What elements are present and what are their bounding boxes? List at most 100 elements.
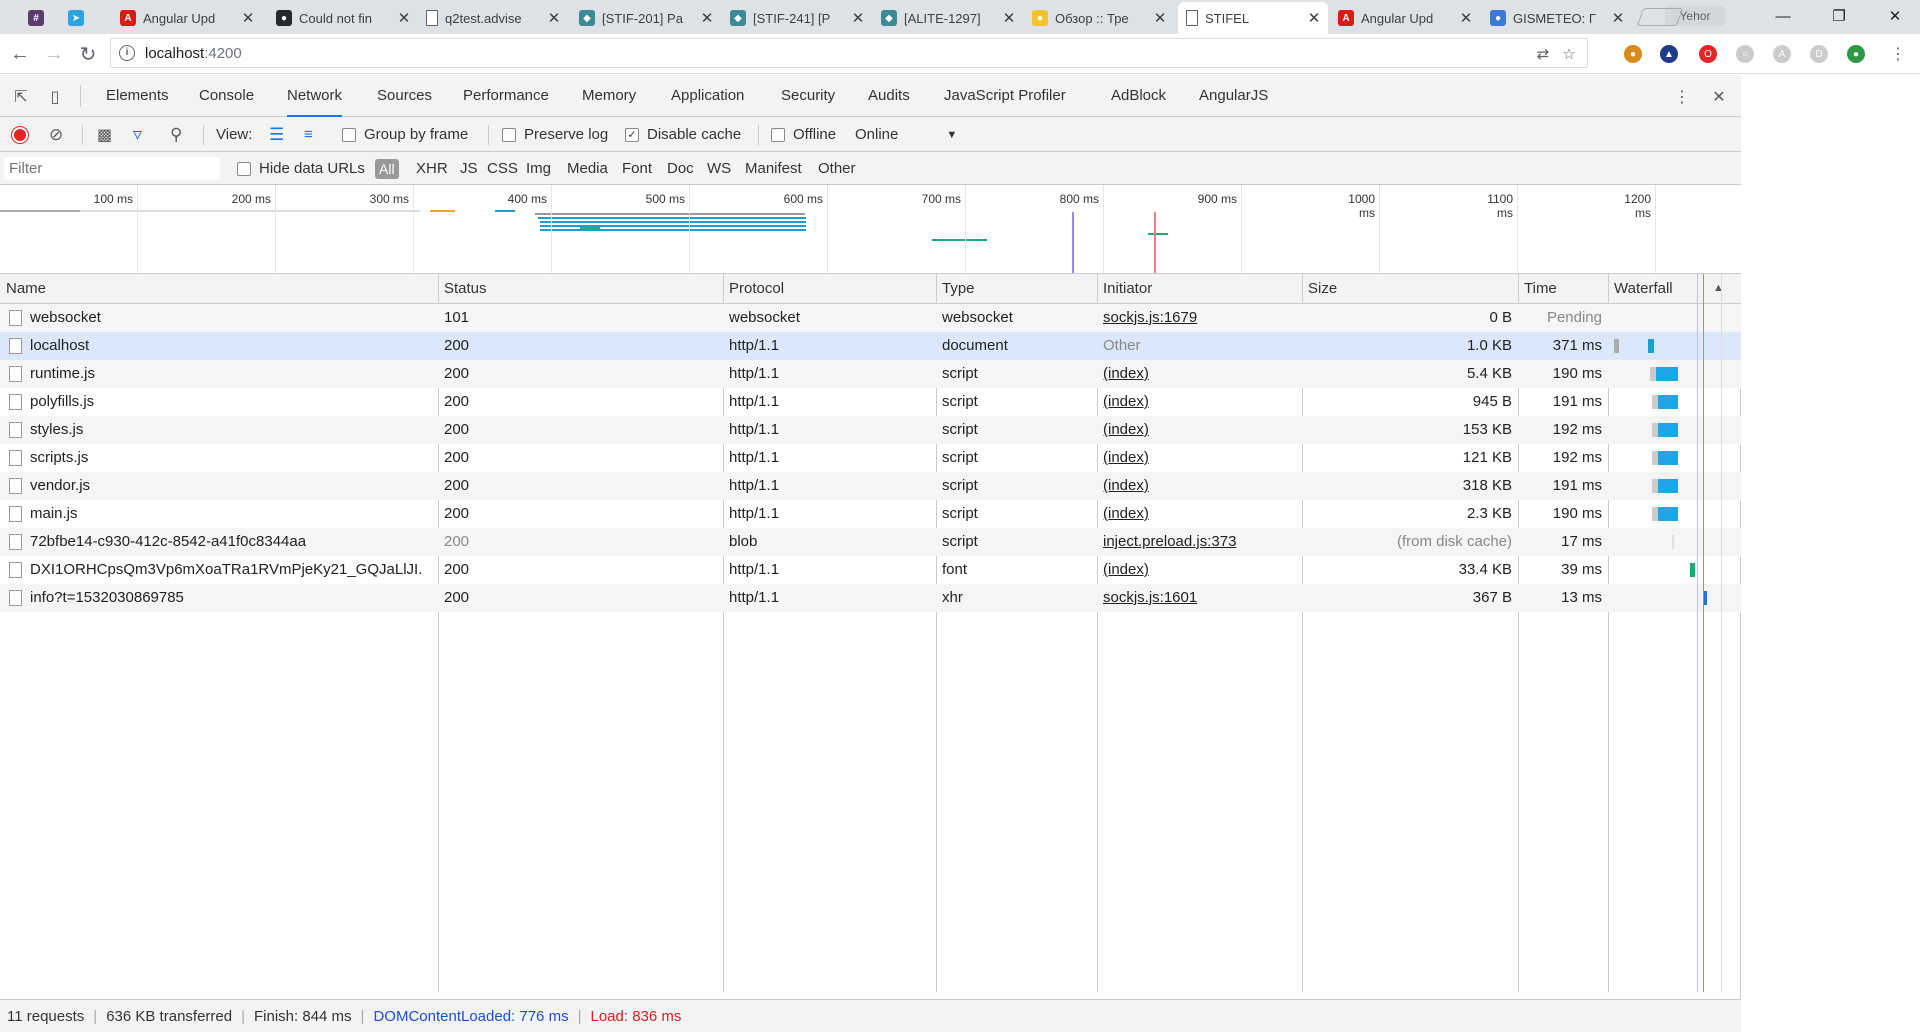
extension-7-icon[interactable]: ● [1847, 45, 1865, 63]
cell-initiator[interactable]: (index) [1103, 556, 1296, 584]
site-info-icon[interactable]: i [119, 45, 135, 61]
request-row[interactable]: main.js 200 http/1.1 script (index) 2.3 KB 190… [0, 500, 1741, 528]
devtools-tab[interactable]: JavaScript Profiler [944, 75, 1066, 117]
request-row[interactable]: info?t=1532030869785 200 http/1.1 xhr sockjs… [0, 584, 1741, 612]
devtools-menu-icon[interactable]: ⋮ [1671, 86, 1693, 108]
devtools-tab[interactable]: Performance [463, 75, 549, 117]
request-row[interactable]: styles.js 200 http/1.1 script (index) 153 KB 1… [0, 416, 1741, 444]
extension-5-icon[interactable]: A [1773, 45, 1791, 63]
record-button[interactable] [12, 117, 28, 152]
column-header-status[interactable]: Status [438, 274, 723, 304]
tab-close-icon[interactable]: ✕ [850, 9, 866, 27]
extension-3-icon[interactable]: O [1699, 45, 1717, 63]
tab-close-icon[interactable]: ✕ [1306, 9, 1322, 27]
column-header-size[interactable]: Size [1302, 274, 1518, 304]
extension-2-icon[interactable]: ▲ [1660, 45, 1678, 63]
cell-initiator[interactable]: inject.preload.js:373 [1103, 528, 1296, 556]
overview-toggle-button[interactable]: ≡ [304, 117, 313, 152]
request-row[interactable]: vendor.js 200 http/1.1 script (index) 318 KB 1… [0, 472, 1741, 500]
minimize-button[interactable]: — [1760, 0, 1806, 32]
tab-close-icon[interactable]: ✕ [1152, 9, 1168, 27]
reload-button[interactable]: ↻ [74, 40, 102, 68]
filter-input[interactable] [4, 157, 220, 180]
capture-screenshots-button[interactable]: ▩ [97, 117, 112, 152]
extension-1-icon[interactable]: ● [1624, 45, 1642, 63]
request-row[interactable]: polyfills.js 200 http/1.1 script (index) 945 … [0, 388, 1741, 416]
browser-menu-icon[interactable]: ⋮ [1884, 40, 1912, 68]
browser-tab[interactable]: ◆ [STIF-241] [P ✕ [722, 2, 872, 34]
request-row[interactable]: 72bfbe14-c930-412c-8542-a41f0c8344aa 200 b… [0, 528, 1741, 556]
tab-close-icon[interactable]: ✕ [396, 9, 412, 27]
tab-close-icon[interactable]: ✕ [546, 9, 562, 27]
filter-type-font[interactable]: Font [622, 152, 652, 185]
request-row[interactable]: localhost 200 http/1.1 document Other 1.0 KB 3… [0, 332, 1741, 360]
browser-tab[interactable]: ● GISMETEO: Г ✕ [1482, 2, 1632, 34]
column-header-protocol[interactable]: Protocol [723, 274, 936, 304]
filter-toggle-button[interactable]: ▿ [133, 117, 142, 152]
tab-close-icon[interactable]: ✕ [1001, 9, 1017, 27]
devtools-tab[interactable]: AdBlock [1111, 75, 1166, 117]
request-row[interactable]: runtime.js 200 http/1.1 script (index) 5.4 KB… [0, 360, 1741, 388]
filter-type-ws[interactable]: WS [707, 152, 731, 185]
inspect-element-icon[interactable]: ⇱ [10, 86, 32, 108]
devtools-tab[interactable]: AngularJS [1199, 75, 1268, 117]
group-by-frame-checkbox[interactable]: Group by frame [342, 117, 468, 152]
request-row[interactable]: websocket 101 websocket websocket sockjs.js:… [0, 304, 1741, 332]
column-header-type[interactable]: Type [936, 274, 1097, 304]
disable-cache-checkbox[interactable]: ✓ Disable cache [625, 117, 741, 152]
devtools-tab[interactable]: Network [287, 75, 343, 117]
tab-close-icon[interactable]: ✕ [240, 9, 256, 27]
search-button[interactable]: ⚲ [170, 117, 182, 152]
browser-tab[interactable]: ◆ [STIF-201] Pa ✕ [571, 2, 721, 34]
cell-initiator[interactable]: sockjs.js:1679 [1103, 304, 1296, 332]
hide-data-urls-checkbox[interactable]: Hide data URLs [237, 152, 365, 185]
filter-type-media[interactable]: Media [567, 152, 608, 185]
browser-tab[interactable]: STIFEL ✕ [1178, 2, 1328, 34]
tab-close-icon[interactable]: ✕ [699, 9, 715, 27]
column-header-time[interactable]: Time [1518, 274, 1608, 304]
throttling-select[interactable]: Online ▼ [855, 117, 957, 152]
devtools-tab[interactable]: Sources [377, 75, 432, 117]
extension-6-icon[interactable]: D [1810, 45, 1828, 63]
column-header-initiator[interactable]: Initiator [1097, 274, 1302, 304]
filter-type-all[interactable]: All [375, 159, 399, 179]
filter-type-doc[interactable]: Doc [667, 152, 694, 185]
browser-tab[interactable]: A Angular Upd ✕ [112, 2, 262, 34]
browser-tab[interactable]: # [20, 2, 56, 34]
bookmark-star-icon[interactable]: ☆ [1559, 44, 1579, 64]
forward-button[interactable]: → [40, 40, 68, 68]
new-tab-button[interactable] [1636, 8, 1684, 26]
filter-type-img[interactable]: Img [526, 152, 551, 185]
tab-close-icon[interactable]: ✕ [1458, 9, 1474, 27]
offline-checkbox[interactable]: Offline [771, 117, 836, 152]
extension-4-icon[interactable]: ○ [1736, 45, 1754, 63]
devtools-tab[interactable]: Memory [582, 75, 636, 117]
large-rows-button[interactable]: ☰ [269, 117, 284, 152]
sort-ascending-icon[interactable]: ▲ [1713, 282, 1724, 294]
devtools-close-icon[interactable]: ✕ [1708, 86, 1730, 108]
browser-tab[interactable]: ◆ [ALITE-1297] ✕ [873, 2, 1023, 34]
filter-type-css[interactable]: CSS [487, 152, 518, 185]
translate-icon[interactable]: ⇄ [1533, 44, 1553, 64]
request-row[interactable]: DXI1ORHCpsQm3Vp6mXoaTRa1RVmPjeKy21_GQJaL… [0, 556, 1741, 584]
browser-tab[interactable]: q2test.advise ✕ [418, 2, 568, 34]
devtools-tab[interactable]: Application [671, 75, 744, 117]
column-header-name[interactable]: Name [0, 274, 438, 304]
cell-initiator[interactable]: (index) [1103, 472, 1296, 500]
maximize-button[interactable]: ❐ [1816, 0, 1862, 32]
cell-initiator[interactable]: (index) [1103, 416, 1296, 444]
close-window-button[interactable]: ✕ [1872, 0, 1918, 32]
devtools-tab[interactable]: Console [199, 75, 254, 117]
clear-button[interactable]: ⊘ [49, 117, 63, 152]
tab-close-icon[interactable]: ✕ [1610, 9, 1626, 27]
preserve-log-checkbox[interactable]: Preserve log [502, 117, 608, 152]
back-button[interactable]: ← [6, 40, 34, 68]
browser-tab[interactable]: A Angular Upd ✕ [1330, 2, 1480, 34]
cell-initiator[interactable]: (index) [1103, 360, 1296, 388]
request-row[interactable]: scripts.js 200 http/1.1 script (index) 121 KB… [0, 444, 1741, 472]
devtools-tab[interactable]: Elements [106, 75, 169, 117]
device-toolbar-icon[interactable]: ▯ [44, 86, 66, 108]
address-bar[interactable]: i localhost:4200 ⇄ ☆ [110, 38, 1588, 68]
browser-tab[interactable]: ● Could not fin ✕ [268, 2, 418, 34]
filter-type-manifest[interactable]: Manifest [745, 152, 802, 185]
